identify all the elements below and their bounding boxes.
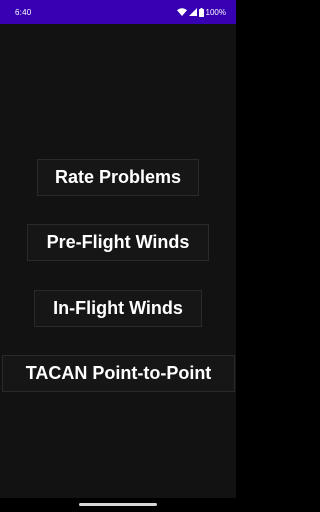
status-bar: 6:40 100% <box>0 0 236 24</box>
rate-problems-button[interactable]: Rate Problems <box>37 159 199 196</box>
navigation-bar <box>0 498 236 512</box>
status-time: 6:40 <box>15 7 32 17</box>
status-icons: 100% <box>176 7 226 17</box>
home-gesture-handle[interactable] <box>79 503 157 506</box>
app-screen: 6:40 100% Rate Problems Pre-Flight Winds… <box>0 0 236 512</box>
pre-flight-winds-button[interactable]: Pre-Flight Winds <box>27 224 209 261</box>
wifi-icon <box>176 8 187 16</box>
signal-icon <box>188 8 197 16</box>
in-flight-winds-button[interactable]: In-Flight Winds <box>34 290 202 327</box>
battery-icon <box>198 7 204 17</box>
main-menu: Rate Problems Pre-Flight Winds In-Flight… <box>0 24 236 498</box>
battery-percent: 100% <box>205 7 226 17</box>
tacan-point-to-point-button[interactable]: TACAN Point-to-Point <box>2 355 235 392</box>
